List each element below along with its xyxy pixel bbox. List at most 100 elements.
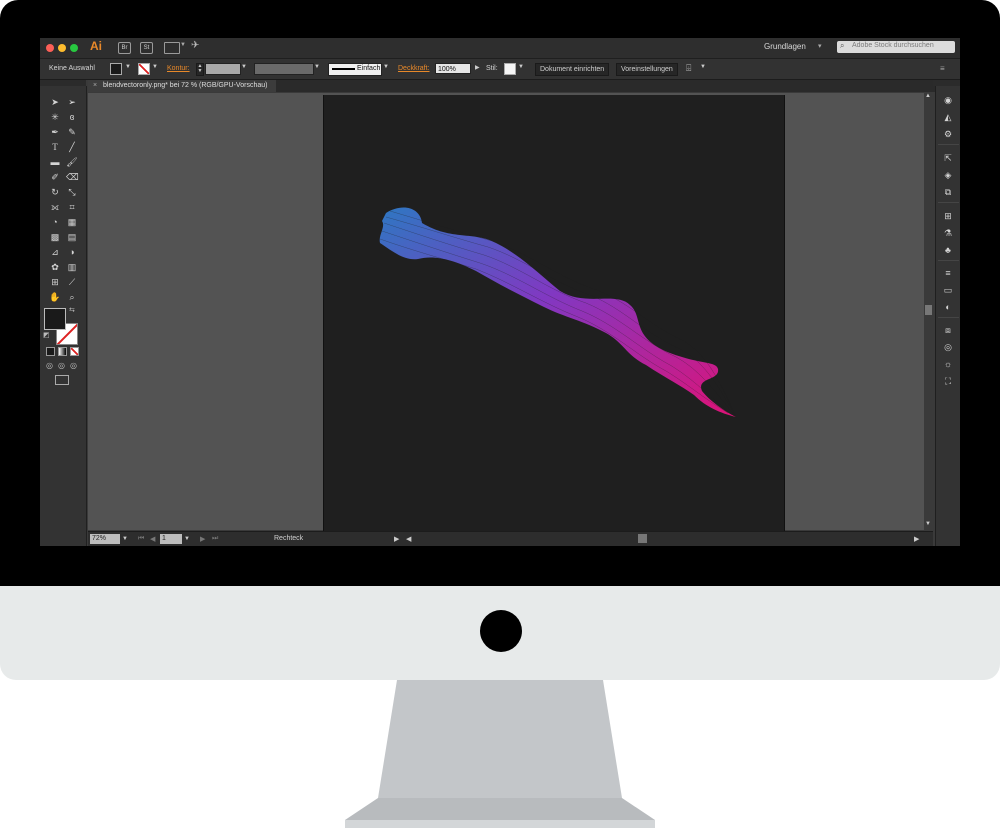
type-icon[interactable]: T [49, 141, 61, 153]
stroke-weight-stepper[interactable]: ▲ ▼ [196, 63, 204, 76]
color-guide-icon[interactable]: ◭ [941, 111, 955, 123]
zoom-icon[interactable]: ⌕ [66, 291, 78, 303]
color-mode-icon[interactable] [46, 347, 55, 356]
pathfinder-icon[interactable]: ◎ [941, 341, 955, 353]
blend-artwork[interactable] [324, 95, 784, 531]
none-mode-icon[interactable] [70, 347, 79, 356]
gradient-mode-icon[interactable] [58, 347, 67, 356]
color-icon[interactable]: ◉ [941, 94, 955, 106]
chevron-right-icon[interactable]: ▶ [475, 64, 480, 71]
chevron-down-icon[interactable]: ▾ [818, 42, 822, 50]
graphic-styles-icon[interactable]: ☼ [941, 358, 955, 370]
transform-icon[interactable]: ⊞ [941, 210, 955, 222]
hand-icon[interactable]: ✋ [49, 291, 61, 303]
slice-icon[interactable]: ⟋ [66, 276, 78, 288]
mesh-icon[interactable]: ▩ [49, 231, 61, 243]
artboards-icon[interactable]: ⧉ [941, 186, 955, 198]
chevron-down-icon[interactable]: ▼ [125, 64, 131, 70]
links-icon[interactable]: ⛶ [941, 375, 955, 387]
eraser-icon[interactable]: ⌫ [66, 171, 79, 183]
shape-builder-icon[interactable]: ◔ [49, 216, 61, 228]
chevron-down-icon[interactable]: ▼ [180, 42, 186, 48]
pen-icon[interactable]: ✒ [49, 126, 61, 138]
scroll-left-icon[interactable]: ◀ [406, 535, 411, 543]
previous-artboard-icon[interactable]: ◀ [150, 535, 155, 543]
close-window-button[interactable] [46, 44, 54, 52]
bridge-icon[interactable]: Br [118, 42, 131, 54]
first-artboard-icon[interactable]: ⏮ [138, 535, 144, 543]
draw-inside-icon[interactable]: ◎ [70, 361, 77, 370]
arrange-documents-icon[interactable] [164, 42, 180, 54]
stock-icon[interactable]: St [140, 42, 153, 54]
workspace-switcher[interactable]: Grundlagen [764, 42, 806, 51]
default-fill-stroke-icon[interactable]: ◩ [43, 331, 50, 339]
opacity-input[interactable]: 100% [435, 63, 471, 74]
horizontal-scroll-thumb[interactable] [638, 534, 647, 543]
stroke-icon[interactable]: ≡ [941, 267, 955, 279]
scroll-down-icon[interactable]: ▼ [925, 521, 931, 527]
curvature-icon[interactable]: ✎ [66, 126, 78, 138]
stroke-weight-input[interactable] [205, 63, 241, 75]
zoom-window-button[interactable] [70, 44, 78, 52]
scroll-up-icon[interactable]: ▲ [925, 93, 931, 99]
width-icon[interactable]: ⟗ [49, 201, 61, 213]
free-transform-icon[interactable]: ⌗ [66, 201, 78, 213]
shaper-icon[interactable]: ✐ [49, 171, 61, 183]
lasso-icon[interactable]: ɞ [66, 111, 78, 123]
scale-icon[interactable]: ⤡ [66, 186, 78, 198]
scroll-right-icon[interactable]: ▶ [914, 535, 919, 543]
next-artboard-icon[interactable]: ▶ [200, 535, 205, 543]
eyedropper-icon[interactable]: ⊿ [49, 246, 61, 258]
vertical-scrollbar[interactable]: ▲ ▼ [924, 93, 933, 530]
line-icon[interactable]: ╱ [66, 141, 78, 153]
artboard[interactable] [323, 95, 785, 531]
properties-icon[interactable]: ⚗ [941, 227, 955, 239]
close-icon[interactable]: × [93, 82, 97, 89]
chevron-down-icon[interactable]: ▼ [314, 64, 320, 70]
chevron-down-icon[interactable]: ▼ [383, 64, 389, 70]
column-graph-icon[interactable]: ▥ [66, 261, 78, 273]
draw-normal-icon[interactable]: ◎ [46, 361, 53, 370]
transparency-icon[interactable]: ◐ [941, 301, 955, 313]
screen-mode-icon[interactable] [55, 375, 69, 385]
direct-selection-icon[interactable]: ➢ [66, 96, 78, 108]
magic-wand-icon[interactable]: ✳ [49, 111, 61, 123]
paintbrush-icon[interactable]: 🖌 [66, 156, 78, 168]
fill-color-swatch[interactable] [110, 63, 122, 75]
opacity-label[interactable]: Deckkraft: [398, 65, 430, 72]
symbol-sprayer-icon[interactable]: ✿ [49, 261, 61, 273]
pasteboard[interactable] [88, 93, 924, 531]
chevron-down-icon[interactable]: ▼ [241, 64, 247, 70]
rectangle-icon[interactable]: ▬ [49, 156, 61, 168]
blend-icon[interactable]: ◑ [66, 246, 78, 258]
artboard-icon[interactable]: ⊞ [49, 276, 61, 288]
selection-icon[interactable]: ➤ [49, 96, 61, 108]
arrange-icon[interactable]: ⌹ [686, 63, 691, 74]
chevron-down-icon[interactable]: ▼ [184, 536, 190, 542]
draw-behind-icon[interactable]: ◎ [58, 361, 65, 370]
align-icon[interactable]: ⧈ [941, 324, 955, 336]
stroke-color-swatch[interactable] [138, 63, 150, 75]
rotate-icon[interactable]: ↻ [49, 186, 61, 198]
fill-indicator[interactable] [44, 308, 66, 330]
preferences-button[interactable]: Voreinstellungen [616, 63, 678, 76]
stroke-label[interactable]: Kontur: [167, 65, 190, 72]
document-setup-button[interactable]: Dokument einrichten [535, 63, 610, 76]
gradient-panel-icon[interactable]: ▭ [941, 284, 955, 296]
symbols-icon[interactable]: ♣ [941, 244, 955, 256]
panel-menu-icon[interactable]: ≡ [940, 64, 945, 73]
graphic-style-swatch[interactable] [504, 63, 516, 75]
perspective-icon[interactable]: ▦ [66, 216, 78, 228]
chevron-down-icon[interactable]: ▼ [700, 64, 706, 70]
chevron-down-icon[interactable]: ▼ [518, 64, 524, 70]
gradient-icon[interactable]: ▤ [66, 231, 78, 243]
variable-width-profile-field[interactable] [254, 63, 314, 75]
export-icon[interactable]: ⇱ [941, 152, 955, 164]
vertical-scroll-thumb[interactable] [925, 305, 932, 315]
swap-fill-stroke-icon[interactable]: ⇆ [69, 306, 75, 314]
zoom-level-field[interactable]: 72% [90, 534, 120, 544]
stock-search-field[interactable]: ⌕ Adobe Stock durchsuchen [837, 41, 955, 53]
appearance-icon[interactable]: ⚙ [941, 128, 955, 140]
layers-icon[interactable]: ◈ [941, 169, 955, 181]
status-menu-icon[interactable]: ▶ [394, 535, 399, 543]
